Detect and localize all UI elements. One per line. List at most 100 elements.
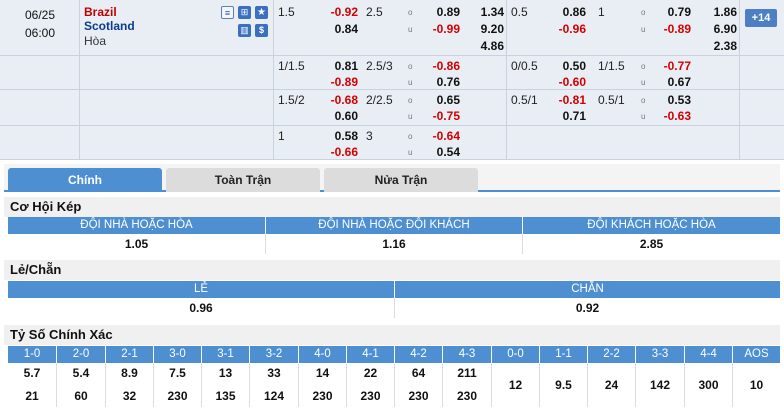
correct-score-column: 7.5 230 (153, 363, 201, 407)
correct-score-header-cell: 4-4 (684, 346, 732, 363)
ah-ft-home-odds[interactable]: -0.92 (318, 5, 358, 19)
x12-ft-away[interactable]: 9.20 (464, 22, 504, 36)
correct-score-odds[interactable]: 230 (395, 385, 442, 407)
x12-h1-away[interactable]: 6.90 (697, 22, 737, 36)
x12-ft-home[interactable]: 1.34 (464, 5, 504, 19)
ou-ft-under-odds[interactable]: -0.75 (420, 109, 460, 123)
home-team[interactable]: Brazil (84, 5, 117, 19)
ou-h1-under-odds[interactable]: 0.67 (651, 75, 691, 89)
correct-score-column: 211 230 (442, 363, 491, 407)
ou-ft-over-odds[interactable]: 0.89 (420, 5, 460, 19)
away-team[interactable]: Scotland (84, 19, 135, 33)
ah-h1-home-odds[interactable]: -0.81 (546, 93, 586, 107)
x12-h1-home[interactable]: 1.86 (697, 5, 737, 19)
correct-score-odds[interactable]: 142 (636, 363, 684, 407)
ou-h1-line: 0.5/1 (598, 93, 625, 107)
correct-score-odds[interactable]: 21 (8, 385, 56, 407)
correct-score-column: 24 (587, 363, 635, 407)
ah-h1-away-odds[interactable]: 0.71 (546, 109, 586, 123)
ou-h1-over-odds[interactable]: 0.53 (651, 93, 691, 107)
under-mark: u (408, 112, 413, 121)
correct-score-odds[interactable]: 230 (443, 385, 491, 407)
ah-h1-away-odds[interactable]: -0.96 (546, 22, 586, 36)
ou-ft-under-odds[interactable]: 0.54 (420, 145, 460, 159)
ah-h1-home-odds[interactable]: 0.86 (546, 5, 586, 19)
ou-h1-over-odds[interactable]: -0.77 (651, 59, 691, 73)
tab-main[interactable]: Chính (8, 168, 162, 192)
ou-h1-under-odds[interactable]: -0.63 (651, 109, 691, 123)
bar-chart-icon[interactable]: ▥ (238, 24, 251, 37)
correct-score-header-cell: 4-2 (394, 346, 442, 363)
tab-half-match[interactable]: Nửa Trận (324, 168, 478, 192)
ah-ft-line: 1.5 (278, 5, 295, 19)
correct-score-odds[interactable]: 24 (588, 363, 635, 407)
ou-h1-under-odds[interactable]: -0.89 (651, 22, 691, 36)
ah-ft-away-odds[interactable]: -0.89 (318, 75, 358, 89)
correct-score-column: 22 230 (346, 363, 394, 407)
correct-score-odds[interactable]: 230 (154, 385, 201, 407)
correct-score-odds[interactable]: 230 (299, 385, 346, 407)
x12-ft-draw[interactable]: 4.86 (464, 39, 504, 53)
double-chance-title: Cơ Hội Kép (4, 197, 780, 217)
odd-even-title: Lẻ/Chẵn (4, 260, 780, 280)
document-icon[interactable]: ≡ (221, 6, 234, 19)
correct-score-odds[interactable]: 32 (106, 385, 153, 407)
correct-score-odds[interactable]: 60 (57, 385, 105, 407)
correct-score-odds[interactable]: 12 (492, 363, 539, 407)
ah-ft-away-odds[interactable]: 0.60 (318, 109, 358, 123)
more-markets-button[interactable]: +14 (745, 9, 777, 27)
ah-ft-home-odds[interactable]: 0.58 (318, 129, 358, 143)
ou-ft-under-odds[interactable]: 0.76 (420, 75, 460, 89)
over-mark: o (641, 96, 646, 105)
correct-score-odds[interactable]: 7.5 (154, 363, 201, 385)
ou-ft-over-odds[interactable]: -0.86 (420, 59, 460, 73)
correct-score-odds[interactable]: 22 (347, 363, 394, 385)
match-date: 06/25 (24, 8, 56, 22)
correct-score-odds[interactable]: 10 (733, 363, 780, 407)
double-chance-odds[interactable]: 2.85 (522, 234, 780, 254)
odds-row-4 (0, 126, 784, 160)
ou-h1-over-odds[interactable]: 0.79 (651, 5, 691, 19)
correct-score-odds[interactable]: 14 (299, 363, 346, 385)
ou-ft-line: 2.5 (366, 5, 383, 19)
correct-score-column: 10 (732, 363, 780, 407)
odd-odds[interactable]: 0.96 (8, 298, 394, 318)
ah-ft-home-odds[interactable]: 0.81 (318, 59, 358, 73)
correct-score-odds[interactable]: 135 (202, 385, 249, 407)
ou-ft-over-odds[interactable]: -0.64 (420, 129, 460, 143)
correct-score-odds[interactable]: 124 (250, 385, 298, 407)
odd-even-header-cell: CHẴN (394, 281, 780, 298)
correct-score-odds[interactable]: 300 (685, 363, 732, 407)
star-icon[interactable]: ★ (255, 6, 268, 19)
correct-score-column: 13 135 (201, 363, 249, 407)
double-chance-odds[interactable]: 1.05 (8, 234, 265, 254)
correct-score-odds[interactable]: 5.7 (8, 363, 56, 385)
x12-h1-draw[interactable]: 2.38 (697, 39, 737, 53)
ah-h1-away-odds[interactable]: -0.60 (546, 75, 586, 89)
double-chance-values: 1.05 1.16 2.85 (8, 234, 780, 254)
correct-score-odds[interactable]: 64 (395, 363, 442, 385)
ou-ft-under-odds[interactable]: -0.99 (420, 22, 460, 36)
correct-score-header-cell: 2-0 (56, 346, 105, 363)
ah-ft-home-odds[interactable]: -0.68 (318, 93, 358, 107)
dollar-icon[interactable]: $ (255, 24, 268, 37)
correct-score-odds[interactable]: 230 (347, 385, 394, 407)
correct-score-odds[interactable]: 5.4 (57, 363, 105, 385)
even-odds[interactable]: 0.92 (394, 298, 780, 318)
correct-score-odds[interactable]: 211 (443, 363, 491, 385)
ah-h1-home-odds[interactable]: 0.50 (546, 59, 586, 73)
over-mark: o (408, 62, 413, 71)
grid-icon[interactable]: ⊞ (238, 6, 251, 19)
ou-ft-over-odds[interactable]: 0.65 (420, 93, 460, 107)
correct-score-odds[interactable]: 8.9 (106, 363, 153, 385)
over-mark: o (408, 8, 413, 17)
correct-score-header-cell: 4-3 (442, 346, 491, 363)
tab-full-match[interactable]: Toàn Trận (166, 168, 320, 192)
correct-score-odds[interactable]: 13 (202, 363, 249, 385)
double-chance-odds[interactable]: 1.16 (265, 234, 522, 254)
correct-score-odds[interactable]: 33 (250, 363, 298, 385)
ah-ft-away-odds[interactable]: 0.84 (318, 22, 358, 36)
correct-score-header-cell: 4-0 (298, 346, 346, 363)
correct-score-odds[interactable]: 9.5 (540, 363, 587, 407)
ah-ft-away-odds[interactable]: -0.66 (318, 145, 358, 159)
